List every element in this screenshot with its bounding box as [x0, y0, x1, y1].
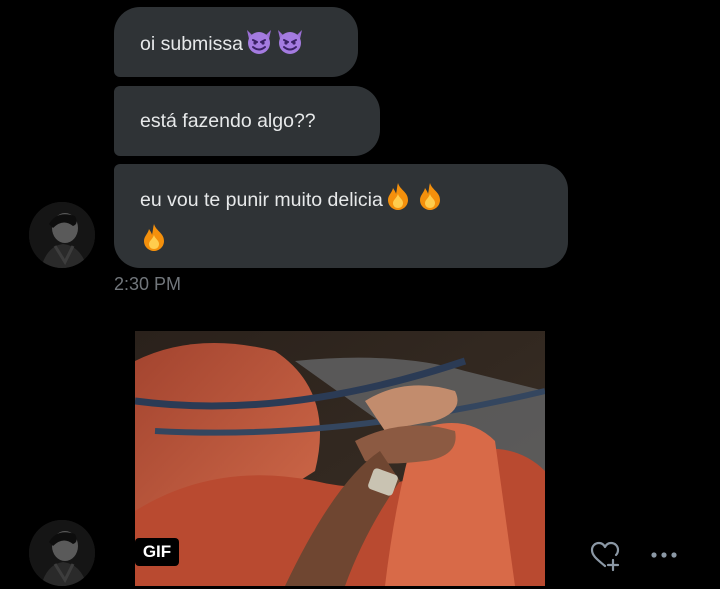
more-dots-icon — [651, 552, 677, 558]
smiling-devil-icon — [275, 27, 305, 66]
message-text: oi submissa — [140, 33, 243, 55]
profile-photo — [29, 202, 95, 268]
fire-icon — [140, 222, 168, 263]
react-button[interactable] — [588, 538, 622, 572]
heart-plus-icon — [590, 541, 620, 572]
gif-media[interactable] — [135, 331, 545, 586]
smiling-devil-icon — [244, 27, 274, 66]
fire-icon — [416, 181, 444, 222]
more-options-button[interactable] — [648, 545, 680, 565]
message-text: eu vou te punir muito delicia — [140, 189, 383, 211]
profile-photo — [29, 520, 95, 586]
message-text: está fazendo algo?? — [140, 110, 316, 132]
message-timestamp: 2:30 PM — [114, 274, 182, 294]
gif-frame — [135, 331, 545, 586]
gif-badge: GIF — [135, 538, 179, 566]
message-bubble[interactable]: está fazendo algo?? — [114, 86, 380, 156]
message-bubble[interactable]: eu vou te punir muito delicia — [114, 164, 568, 268]
message-bubble[interactable]: oi submissa — [114, 7, 358, 77]
fire-icon — [384, 181, 412, 222]
avatar[interactable] — [29, 520, 95, 586]
avatar[interactable] — [29, 202, 95, 268]
